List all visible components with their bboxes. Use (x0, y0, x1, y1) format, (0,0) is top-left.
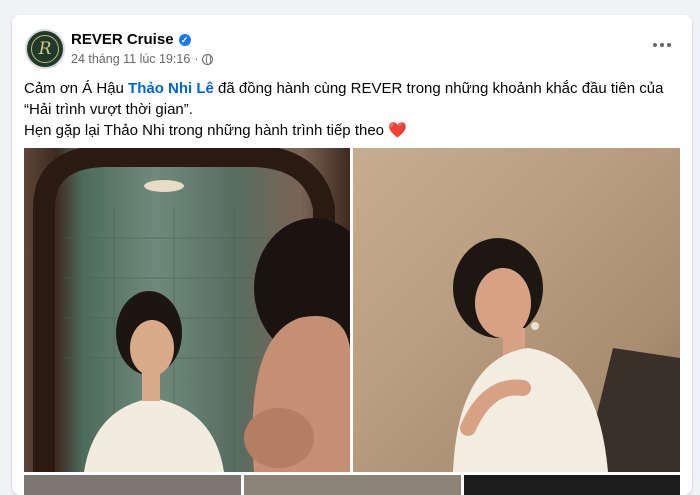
more-options-button[interactable] (650, 37, 674, 53)
post-card: R REVER Cruise ✓ 24 tháng 11 lúc 19:16 ·… (12, 15, 692, 495)
photo-portrait-scene (453, 238, 680, 472)
heart-emoji: ❤️ (388, 122, 407, 139)
page-name[interactable]: REVER Cruise (71, 31, 174, 48)
post-meta: 24 tháng 11 lúc 19:16 · (71, 52, 214, 66)
globe-icon[interactable] (202, 53, 214, 65)
more-options-dot (667, 43, 671, 47)
photo-mirror-scene (33, 148, 350, 472)
mention-link[interactable]: Thảo Nhi Lê (128, 80, 214, 97)
meta-separator: · (194, 52, 199, 66)
post-photo-5[interactable] (464, 475, 680, 495)
post-photo-3[interactable] (24, 475, 241, 495)
avatar[interactable]: R (25, 29, 65, 69)
avatar-logo: R (31, 35, 59, 63)
more-options-dot (660, 43, 664, 47)
post-photo-2[interactable] (353, 148, 680, 472)
page-name-link[interactable]: REVER Cruise ✓ (71, 31, 191, 48)
post-photo-1[interactable] (24, 148, 350, 472)
post-text: Cảm ơn Á Hậu Thảo Nhi Lê đã đồng hành cù… (24, 78, 684, 141)
more-options-icon (653, 43, 657, 47)
post-header: R REVER Cruise ✓ 24 tháng 11 lúc 19:16 · (12, 15, 692, 75)
post-timestamp[interactable]: 24 tháng 11 lúc 19:16 (71, 52, 190, 66)
post-text-prefix: Cảm ơn Á Hậu (24, 80, 129, 97)
post-photo-4[interactable] (244, 475, 461, 495)
verified-badge-icon: ✓ (178, 33, 191, 46)
post-text-line2: Hẹn gặp lại Thảo Nhi trong những hành tr… (24, 122, 389, 139)
